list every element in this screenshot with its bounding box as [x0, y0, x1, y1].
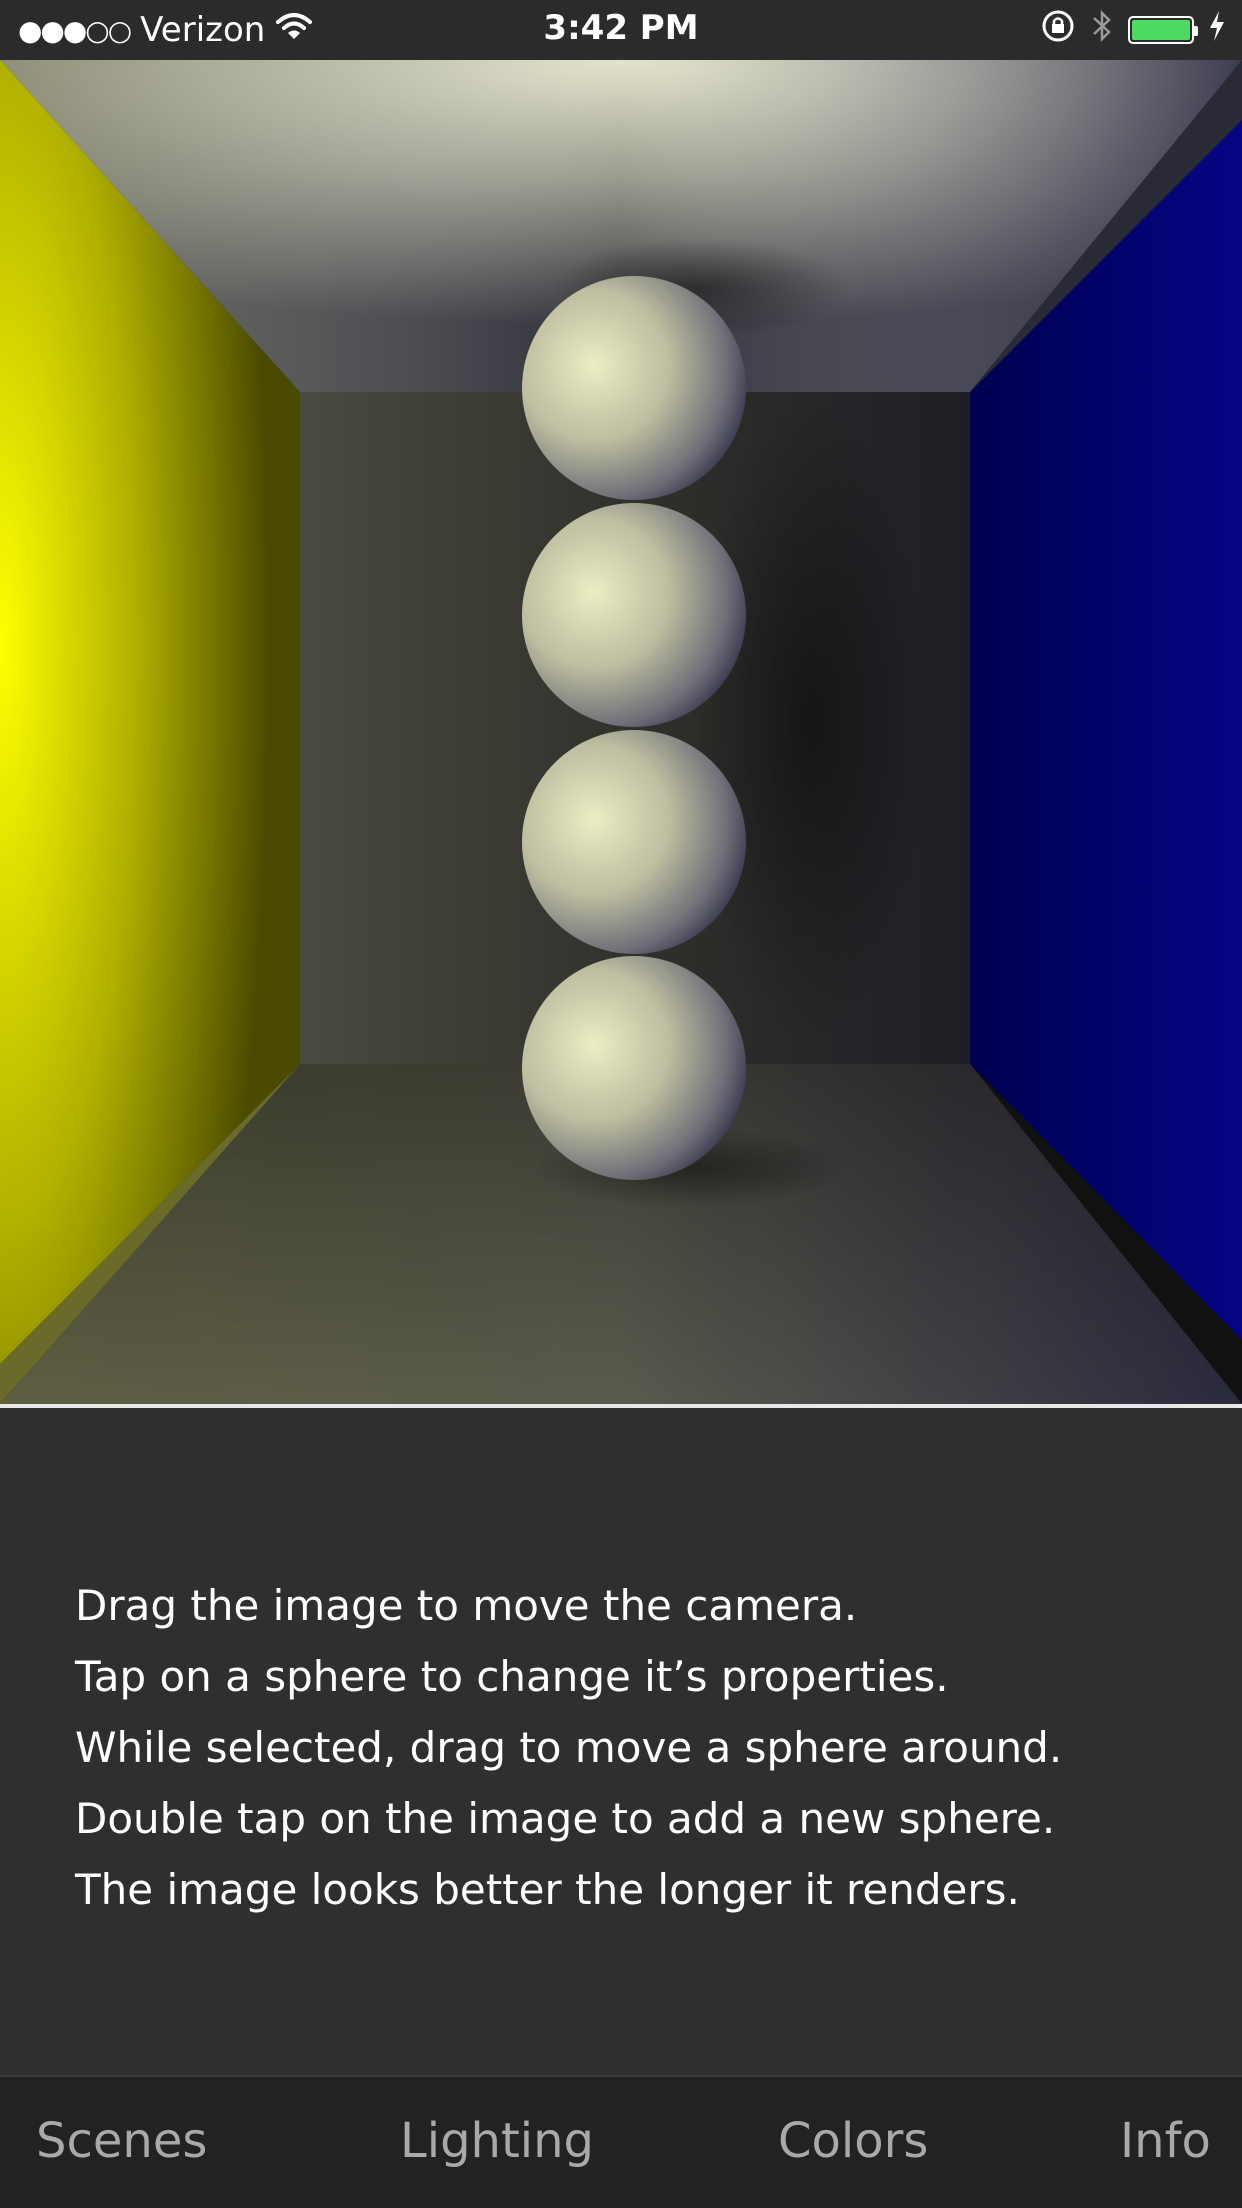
render-image[interactable] — [0, 60, 1242, 1404]
sphere-shadow-wall — [690, 400, 930, 1040]
rotation-lock-icon — [1040, 8, 1076, 53]
bluetooth-icon — [1090, 8, 1114, 53]
instruction-line: While selected, drag to move a sphere ar… — [75, 1723, 1063, 1772]
status-right — [1040, 8, 1226, 53]
instruction-line: Double tap on the image to add a new sph… — [75, 1794, 1056, 1843]
tab-colors[interactable]: Colors — [778, 2113, 928, 2169]
instruction-line: Drag the image to move the camera. — [75, 1581, 858, 1630]
instruction-line: The image looks better the longer it ren… — [75, 1865, 1020, 1914]
app-screen: ●●●○○ Verizon 3:42 PM Drag the image to … — [0, 0, 1242, 2208]
render-canvas[interactable] — [0, 60, 1242, 1404]
sphere-4[interactable] — [522, 956, 746, 1180]
battery-tip — [1194, 26, 1198, 36]
battery-level — [1132, 20, 1190, 40]
status-bar: ●●●○○ Verizon 3:42 PM — [0, 0, 1242, 60]
instructions-text: Drag the image to move the camera. Tap o… — [75, 1570, 1195, 1925]
tab-scenes[interactable]: Scenes — [36, 2113, 207, 2169]
tab-info[interactable]: Info — [1120, 2113, 1211, 2169]
tab-bar: Scenes Lighting Colors Info — [0, 2075, 1242, 2208]
sphere-3[interactable] — [522, 730, 746, 954]
charging-bolt-icon — [1208, 10, 1226, 51]
render-divider — [0, 1404, 1242, 1408]
tab-lighting[interactable]: Lighting — [400, 2113, 594, 2169]
instruction-line: Tap on a sphere to change it’s propertie… — [75, 1652, 949, 1701]
battery-icon — [1128, 16, 1198, 44]
sphere-1[interactable] — [522, 276, 746, 500]
sphere-2[interactable] — [522, 503, 746, 727]
